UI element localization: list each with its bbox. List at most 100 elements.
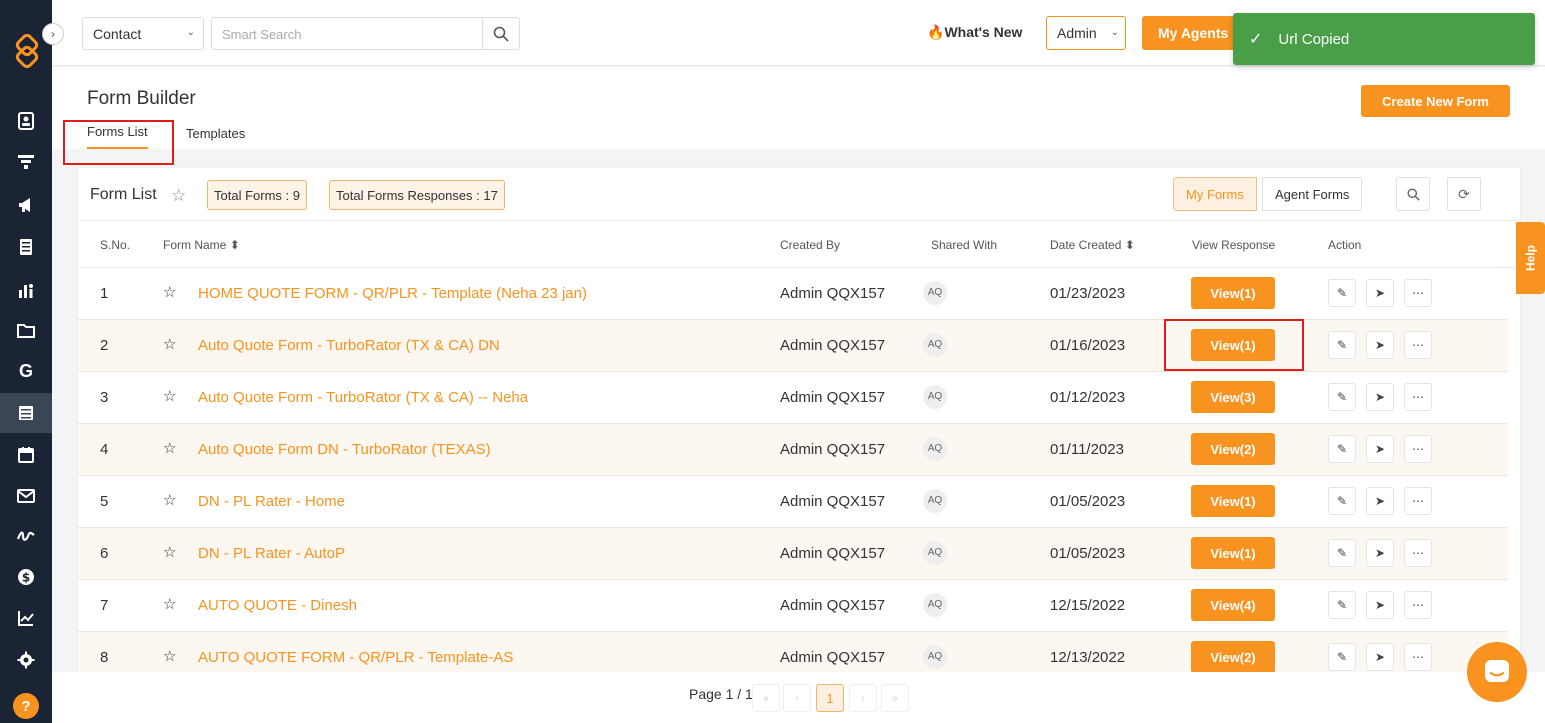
- favorite-star-icon[interactable]: ☆: [163, 491, 176, 509]
- role-select[interactable]: Admin ⌄: [1046, 16, 1126, 50]
- contact-type-select[interactable]: Contact ⌄: [82, 17, 204, 50]
- current-page-button[interactable]: 1: [816, 684, 844, 712]
- help-side-tab[interactable]: Help: [1516, 222, 1545, 294]
- form-name-link[interactable]: DN - PL Rater - Home: [198, 493, 345, 510]
- created-by: Admin QQX157: [780, 597, 886, 614]
- view-response-button[interactable]: View(3): [1191, 381, 1275, 413]
- more-options-button[interactable]: ⋯: [1404, 383, 1432, 411]
- form-name-link[interactable]: Auto Quote Form DN - TurboRator (TEXAS): [198, 441, 491, 458]
- sort-icon: ⬍: [1124, 238, 1135, 252]
- form-name-link[interactable]: HOME QUOTE FORM - QR/PLR - Template (Neh…: [198, 285, 587, 302]
- form-name-link[interactable]: Auto Quote Form - TurboRator (TX & CA) D…: [198, 337, 500, 354]
- row-sno: 6: [100, 545, 109, 562]
- row-sno: 7: [100, 597, 109, 614]
- tab-templates[interactable]: Templates: [186, 126, 245, 141]
- sidebar: G $ ?: [0, 0, 52, 723]
- sidebar-item-settings[interactable]: [0, 640, 52, 680]
- more-dots-icon: ⋯: [1412, 442, 1424, 456]
- sidebar-item-folders[interactable]: [0, 310, 52, 350]
- view-response-button[interactable]: View(2): [1191, 433, 1275, 465]
- bar-chart-icon: [19, 284, 33, 298]
- form-name-link[interactable]: AUTO QUOTE FORM - QR/PLR - Template-AS: [198, 649, 513, 666]
- view-response-button[interactable]: View(1): [1191, 277, 1275, 309]
- more-options-button[interactable]: ⋯: [1404, 279, 1432, 307]
- form-name-link[interactable]: Auto Quote Form - TurboRator (TX & CA) -…: [198, 389, 528, 406]
- help-question-icon[interactable]: ?: [13, 693, 39, 719]
- view-response-button[interactable]: View(1): [1191, 485, 1275, 517]
- envelope-icon: [17, 489, 35, 503]
- share-button[interactable]: ➤: [1366, 643, 1394, 671]
- edit-button[interactable]: ✎: [1328, 331, 1356, 359]
- more-options-button[interactable]: ⋯: [1404, 331, 1432, 359]
- edit-button[interactable]: ✎: [1328, 591, 1356, 619]
- sidebar-item-reports[interactable]: [0, 270, 52, 310]
- share-button[interactable]: ➤: [1366, 591, 1394, 619]
- edit-button[interactable]: ✎: [1328, 539, 1356, 567]
- sidebar-item-funnel[interactable]: [0, 142, 52, 182]
- favorite-star-icon[interactable]: ☆: [163, 387, 176, 405]
- edit-button[interactable]: ✎: [1328, 383, 1356, 411]
- header-date-created[interactable]: Date Created ⬍: [1050, 238, 1135, 252]
- first-page-button[interactable]: «: [752, 684, 780, 712]
- sidebar-item-email[interactable]: [0, 476, 52, 516]
- edit-button[interactable]: ✎: [1328, 487, 1356, 515]
- next-page-button[interactable]: ›: [849, 684, 877, 712]
- search-button[interactable]: [482, 17, 520, 50]
- more-options-button[interactable]: ⋯: [1404, 539, 1432, 567]
- favorite-star-icon[interactable]: ☆: [163, 595, 176, 613]
- edit-button[interactable]: ✎: [1328, 279, 1356, 307]
- share-button[interactable]: ➤: [1366, 487, 1394, 515]
- whats-new-link[interactable]: 🔥What's New: [927, 24, 1022, 41]
- more-dots-icon: ⋯: [1412, 598, 1424, 612]
- brand-logo-icon[interactable]: [10, 34, 44, 68]
- chat-launcher-button[interactable]: [1467, 642, 1527, 702]
- favorite-star-icon[interactable]: ☆: [171, 186, 186, 206]
- share-button[interactable]: ➤: [1366, 435, 1394, 463]
- sidebar-item-contacts[interactable]: [0, 101, 52, 141]
- sidebar-item-analytics[interactable]: [0, 598, 52, 638]
- more-dots-icon: ⋯: [1412, 390, 1424, 404]
- header-form-name[interactable]: Form Name ⬍: [163, 238, 240, 252]
- chat-bubble-icon: [1485, 660, 1509, 682]
- favorite-star-icon[interactable]: ☆: [163, 543, 176, 561]
- refresh-button[interactable]: ⟳: [1447, 177, 1481, 211]
- my-forms-toggle[interactable]: My Forms: [1173, 177, 1257, 211]
- sidebar-item-calendar[interactable]: [0, 435, 52, 475]
- shared-with-avatar: AQ: [923, 489, 947, 513]
- favorite-star-icon[interactable]: ☆: [163, 335, 176, 353]
- last-page-button[interactable]: »: [881, 684, 909, 712]
- form-name-link[interactable]: AUTO QUOTE - Dinesh: [198, 597, 357, 614]
- prev-page-button[interactable]: ‹: [783, 684, 811, 712]
- favorite-star-icon[interactable]: ☆: [163, 647, 176, 665]
- more-dots-icon: ⋯: [1412, 286, 1424, 300]
- create-new-form-button[interactable]: Create New Form: [1361, 85, 1510, 117]
- edit-button[interactable]: ✎: [1328, 435, 1356, 463]
- megaphone-icon: [19, 198, 30, 212]
- view-response-button[interactable]: View(2): [1191, 641, 1275, 673]
- view-response-button[interactable]: View(4): [1191, 589, 1275, 621]
- favorite-star-icon[interactable]: ☆: [163, 283, 176, 301]
- sidebar-item-documents[interactable]: [0, 227, 52, 267]
- form-name-link[interactable]: DN - PL Rater - AutoP: [198, 545, 345, 562]
- share-button[interactable]: ➤: [1366, 383, 1394, 411]
- view-response-button[interactable]: View(1): [1191, 537, 1275, 569]
- sidebar-item-google[interactable]: G: [0, 351, 52, 391]
- favorite-star-icon[interactable]: ☆: [163, 439, 176, 457]
- share-button[interactable]: ➤: [1366, 331, 1394, 359]
- share-button[interactable]: ➤: [1366, 279, 1394, 307]
- created-by: Admin QQX157: [780, 285, 886, 302]
- agent-forms-toggle[interactable]: Agent Forms: [1262, 177, 1363, 211]
- table-search-button[interactable]: [1396, 177, 1430, 211]
- sidebar-item-forms[interactable]: [0, 393, 52, 433]
- sidebar-item-signature[interactable]: [0, 515, 52, 555]
- sidebar-toggle-chevron-icon[interactable]: ›: [42, 23, 64, 45]
- smart-search-input[interactable]: Smart Search: [211, 17, 483, 50]
- more-options-button[interactable]: ⋯: [1404, 435, 1432, 463]
- edit-button[interactable]: ✎: [1328, 643, 1356, 671]
- more-options-button[interactable]: ⋯: [1404, 643, 1432, 671]
- more-options-button[interactable]: ⋯: [1404, 591, 1432, 619]
- sidebar-item-billing[interactable]: $: [0, 557, 52, 597]
- more-options-button[interactable]: ⋯: [1404, 487, 1432, 515]
- sidebar-item-campaigns[interactable]: [0, 185, 52, 225]
- share-button[interactable]: ➤: [1366, 539, 1394, 567]
